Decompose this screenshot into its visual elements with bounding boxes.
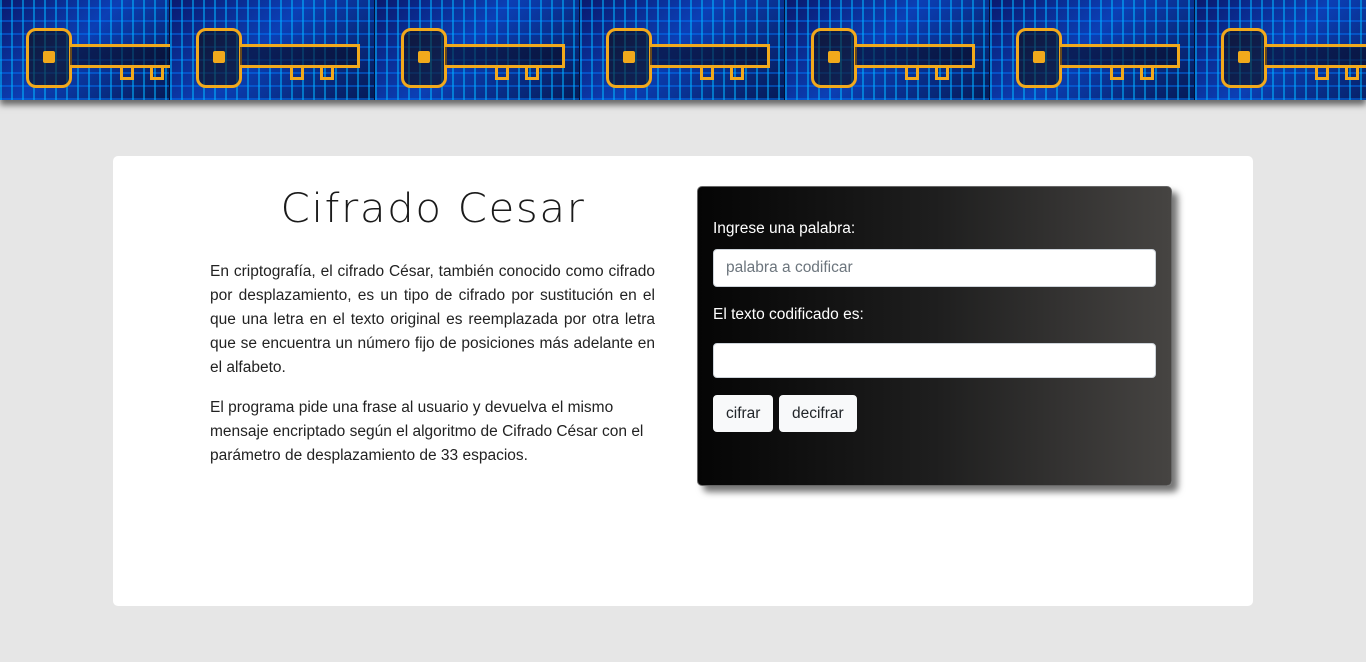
encoded-output-field[interactable] xyxy=(713,343,1156,378)
description-paragraph: En criptografía, el cifrado César, tambi… xyxy=(210,263,655,376)
main-card: Cifrado Cesar En criptografía, el cifrad… xyxy=(113,156,1253,606)
cipher-button[interactable]: cifrar xyxy=(713,395,774,432)
cipher-form-panel: Ingrese una palabra: El texto codificado… xyxy=(697,186,1172,486)
circuit-key-tile xyxy=(580,0,785,100)
circuit-key-tile xyxy=(0,0,190,100)
key-icon xyxy=(26,28,72,88)
header-banner xyxy=(0,0,1366,100)
output-label: El texto codificado es: xyxy=(713,306,864,323)
key-icon xyxy=(196,28,242,88)
key-icon xyxy=(401,28,447,88)
key-icon xyxy=(1016,28,1062,88)
key-icon xyxy=(1221,28,1267,88)
circuit-key-tile xyxy=(170,0,375,100)
word-input[interactable] xyxy=(713,249,1156,287)
circuit-key-tile xyxy=(990,0,1195,100)
circuit-key-tile xyxy=(1195,0,1366,100)
circuit-key-tile xyxy=(785,0,990,100)
key-icon xyxy=(811,28,857,88)
decipher-button[interactable]: decifrar xyxy=(779,395,857,432)
description-paragraph: El programa pide una frase al usuario y … xyxy=(210,399,644,464)
page-title: Cifrado Cesar xyxy=(280,186,586,232)
circuit-key-tile xyxy=(375,0,580,100)
input-label: Ingrese una palabra: xyxy=(713,220,856,237)
key-icon xyxy=(606,28,652,88)
